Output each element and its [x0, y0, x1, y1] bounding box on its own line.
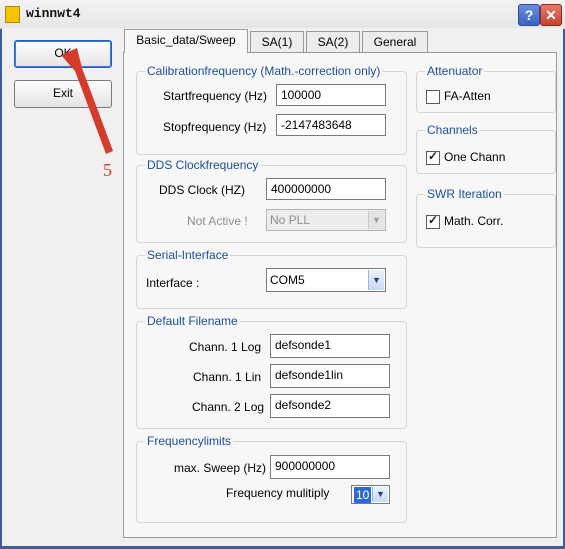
chann1-log-input[interactable]: defsonde1: [270, 334, 390, 358]
dds-clock-input[interactable]: 400000000: [266, 178, 386, 200]
pll-select-value: No PLL: [270, 213, 311, 227]
app-window: winnwt4 ? ✕ OK Exit Basic_data/Sweep SA(…: [0, 0, 565, 549]
fa-atten-checkbox[interactable]: [426, 90, 440, 104]
interface-select-value: COM5: [270, 273, 305, 287]
annotation-number: 5: [103, 160, 112, 180]
frequency-limits-title: Frequencylimits: [145, 434, 234, 448]
chann2-log-label: Chann. 2 Log: [192, 400, 265, 414]
math-corr-label: Math. Corr.: [444, 214, 504, 228]
channels-group: Channels ✓ One Chann: [416, 123, 556, 174]
tab-sa1[interactable]: SA(1): [250, 31, 304, 52]
attenuator-title: Attenuator: [425, 64, 485, 78]
dds-clock-group: DDS Clockfrequency DDS Clock (HZ) 400000…: [136, 158, 407, 243]
fa-atten-label: FA-Atten: [444, 89, 491, 103]
calibration-title: Calibrationfrequency (Math.-correction o…: [145, 64, 383, 78]
swr-iteration-title: SWR Iteration: [425, 187, 504, 201]
tab-general[interactable]: General: [362, 31, 428, 52]
chevron-down-icon[interactable]: ▼: [368, 270, 384, 290]
stop-frequency-label: Stopfrequency (Hz): [163, 120, 267, 134]
interface-label: Interface :: [146, 276, 200, 290]
math-corr-checkbox[interactable]: ✓: [426, 213, 440, 229]
ok-button[interactable]: OK: [14, 40, 112, 68]
frequency-multiply-value: 10: [354, 487, 372, 503]
max-sweep-input[interactable]: 900000000: [270, 455, 390, 479]
exit-button[interactable]: Exit: [14, 80, 112, 108]
app-icon: [5, 6, 20, 23]
one-chann-label: One Chann: [444, 150, 506, 164]
tab-panel: Calibrationfrequency (Math.-correction o…: [123, 52, 557, 538]
dds-clock-title: DDS Clockfrequency: [145, 158, 261, 172]
tab-basic-data-sweep[interactable]: Basic_data/Sweep: [124, 29, 248, 53]
max-sweep-label: max. Sweep (Hz): [174, 461, 267, 475]
chann1-log-label: Chann. 1 Log: [189, 340, 262, 354]
chann1-lin-input[interactable]: defsonde1lin: [270, 364, 390, 388]
help-button[interactable]: ?: [518, 4, 540, 26]
chevron-down-icon: ▼: [368, 211, 384, 229]
swr-iteration-group: SWR Iteration ✓ Math. Corr.: [416, 187, 556, 248]
dds-clock-label: DDS Clock (HZ): [159, 183, 245, 197]
channels-title: Channels: [425, 123, 480, 137]
serial-interface-title: Serial-Interface: [145, 248, 231, 262]
interface-select[interactable]: COM5 ▼: [266, 268, 386, 292]
start-frequency-input[interactable]: 100000: [276, 84, 386, 106]
checkmark-icon: ✓: [428, 213, 439, 227]
one-chann-checkbox[interactable]: ✓: [426, 149, 440, 165]
chann2-log-input[interactable]: defsonde2: [270, 394, 390, 418]
frequency-multiply-select[interactable]: 10 ▼: [351, 485, 390, 504]
not-active-label: Not Active !: [187, 214, 248, 228]
tab-sa2[interactable]: SA(2): [306, 31, 360, 52]
checkmark-icon: ✓: [428, 149, 439, 163]
serial-interface-group: Serial-Interface Interface : COM5 ▼: [136, 248, 407, 309]
chevron-down-icon[interactable]: ▼: [372, 487, 388, 502]
attenuator-group: Attenuator FA-Atten: [416, 64, 556, 113]
calibration-group: Calibrationfrequency (Math.-correction o…: [136, 64, 407, 155]
stop-frequency-input[interactable]: -2147483648: [276, 114, 386, 136]
close-button[interactable]: ✕: [540, 4, 562, 26]
start-frequency-label: Startfrequency (Hz): [163, 89, 268, 103]
default-filename-title: Default Filename: [145, 314, 240, 328]
pll-select: No PLL ▼: [266, 209, 386, 231]
frequency-multiply-label: Frequency mulitiply: [226, 486, 330, 500]
default-filename-group: Default Filename Chann. 1 Log defsonde1 …: [136, 314, 407, 429]
frequency-limits-group: Frequencylimits max. Sweep (Hz) 90000000…: [136, 434, 407, 523]
chann1-lin-label: Chann. 1 Lin: [193, 370, 262, 384]
title-bar: winnwt4 ? ✕: [0, 0, 565, 29]
window-title: winnwt4: [26, 6, 81, 21]
